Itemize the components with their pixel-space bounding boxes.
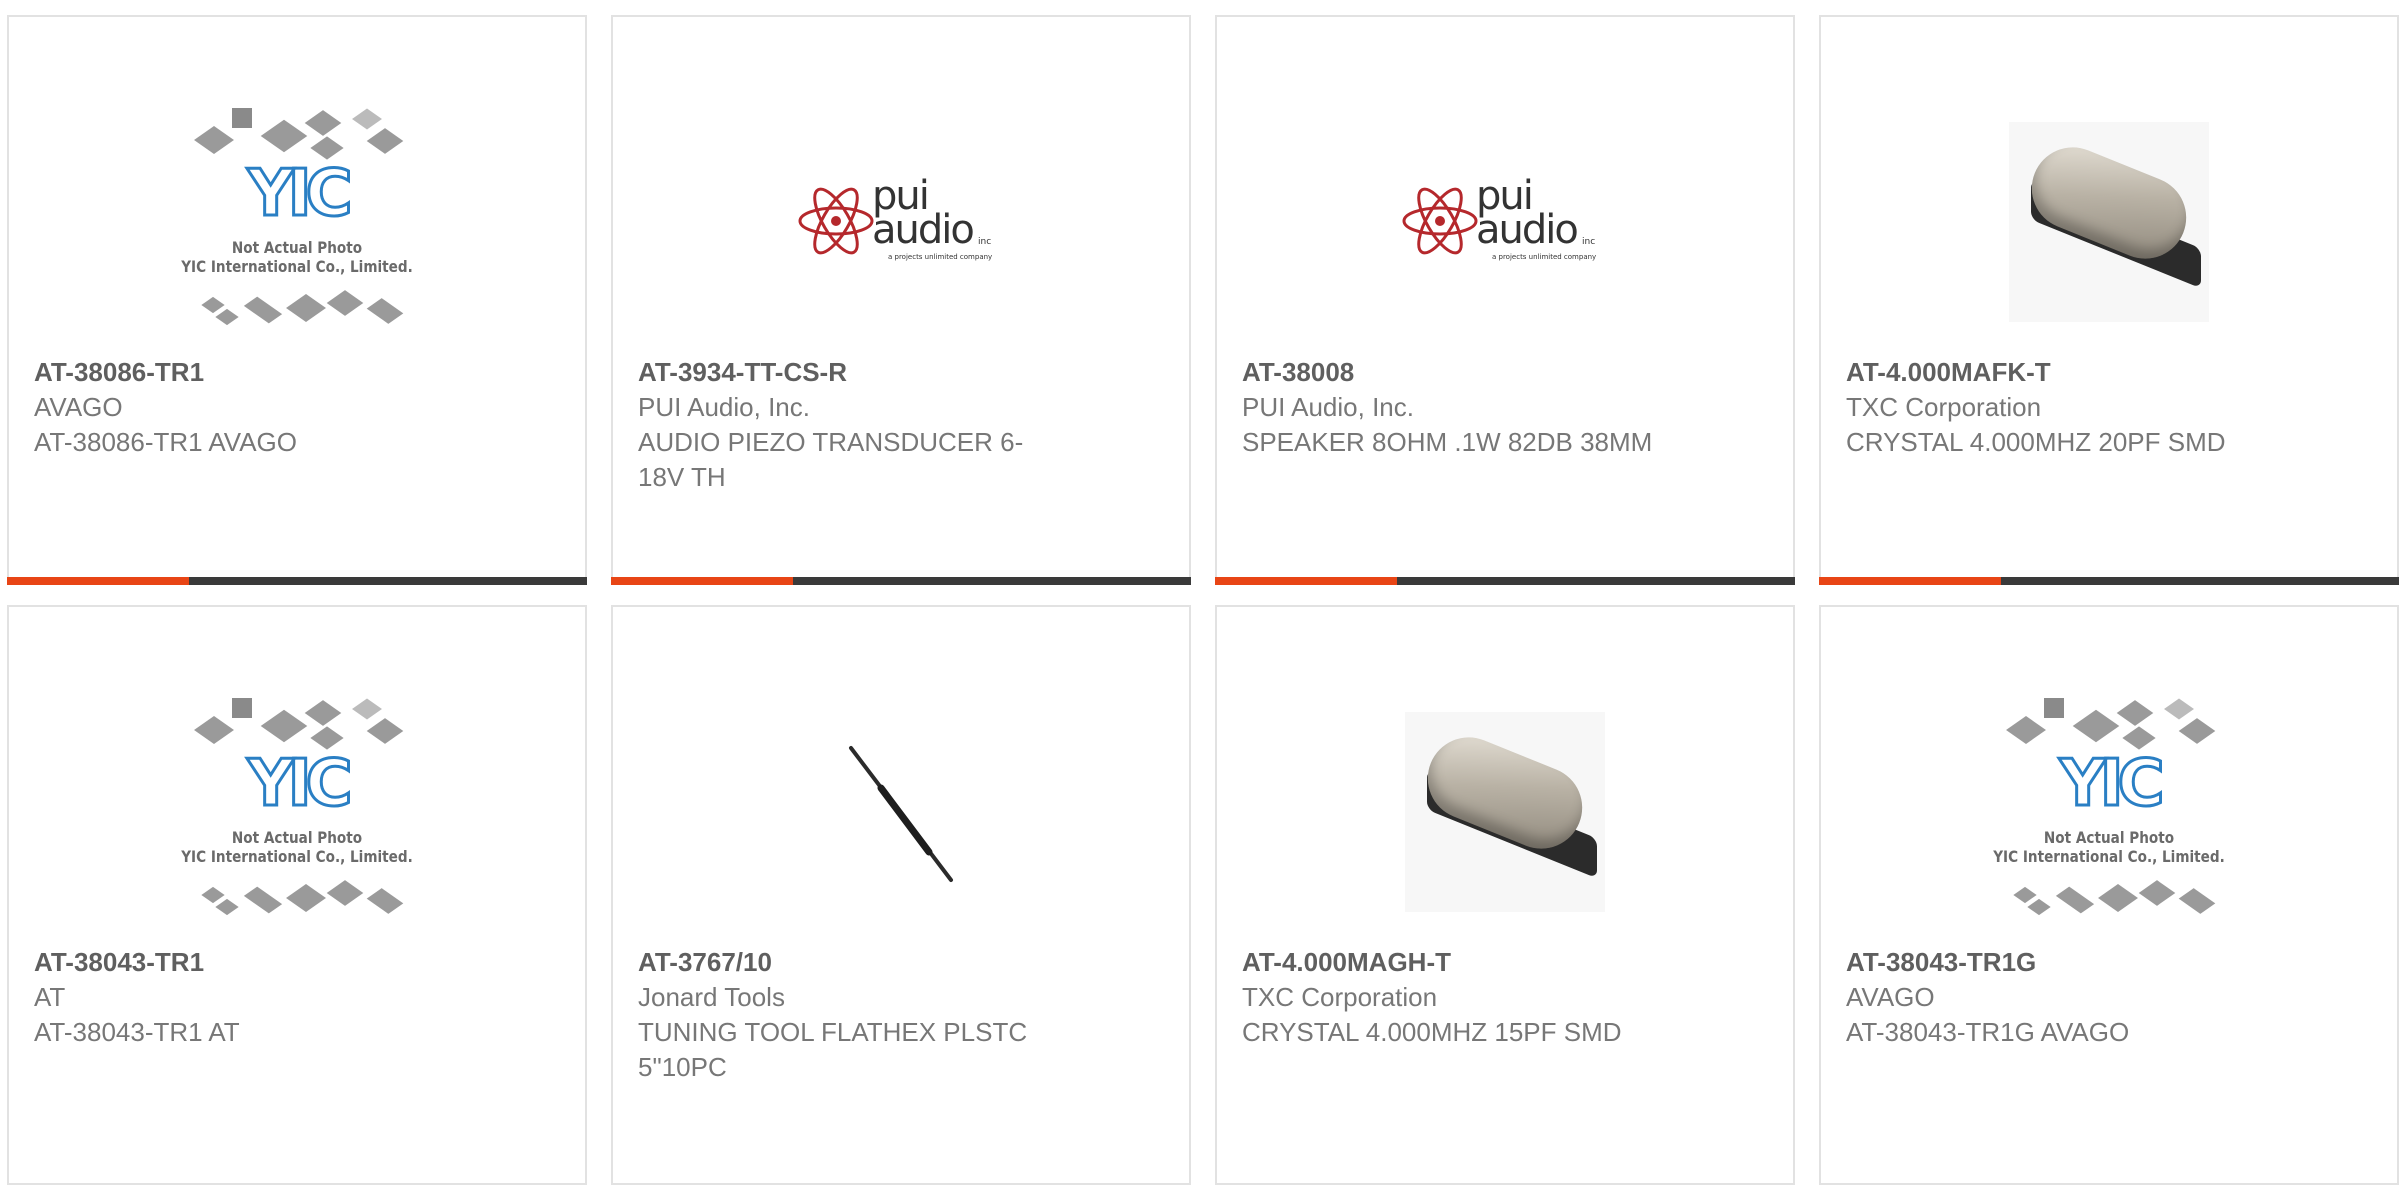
tuning-tool-photo [849,746,953,882]
product-card[interactable]: YIC Not Actual Photo YIC International C… [1819,605,2399,1185]
placeholder-company: YIC International Co., Limited. [181,847,413,866]
manufacturer: AVAGO [1846,982,1935,1012]
yic-placeholder-image: YIC Not Actual Photo YIC International C… [162,102,432,342]
description: AT-38043-TR1 AT [34,1017,240,1047]
manufacturer: AT [34,982,66,1012]
logo-tagline: a projects unlimited company [1492,253,1597,261]
yic-logo: YIC [246,157,354,232]
description: CRYSTAL 4.000MHZ 20PF SMD [1846,427,2226,457]
card-accent-bar [1819,577,2399,585]
yic-placeholder-image: YIC Not Actual Photo YIC International C… [1974,692,2244,932]
manufacturer: AVAGO [34,392,123,422]
part-number[interactable]: AT-38043-TR1G [1846,944,2276,980]
manufacturer: Jonard Tools [638,982,785,1012]
card-accent-bar [7,577,587,585]
placeholder-company: YIC International Co., Limited. [181,257,413,276]
part-number[interactable]: AT-3767/10 [638,944,1068,980]
logo-inc: inc [978,237,992,247]
placeholder-company: YIC International Co., Limited. [1993,847,2225,866]
placeholder-note: Not Actual Photo [231,238,363,257]
description: TUNING TOOL FLATHEX PLSTC 5"10PC [638,1017,1028,1082]
product-image[interactable]: pui audio inc a projects unlimited compan… [613,87,1189,357]
description: AT-38043-TR1G AVAGO [1846,1017,2130,1047]
manufacturer: PUI Audio, Inc. [638,392,810,422]
yic-logo: YIC [246,747,354,822]
logo-inc: inc [1582,237,1596,247]
part-number[interactable]: AT-38043-TR1 [34,944,464,980]
logo-line-audio: audio [1476,207,1579,253]
product-image[interactable] [1217,677,1793,947]
yic-placeholder-image: YIC Not Actual Photo YIC International C… [162,692,432,932]
manufacturer: TXC Corporation [1242,982,1438,1012]
product-image[interactable] [1821,87,2397,357]
part-number[interactable]: AT-38008 [1242,354,1672,390]
part-number[interactable]: AT-3934-TT-CS-R [638,354,1068,390]
product-card[interactable]: pui audio inc a projects unlimited compan… [611,15,1191,585]
description: CRYSTAL 4.000MHZ 15PF SMD [1242,1017,1622,1047]
product-image[interactable]: YIC Not Actual Photo YIC International C… [1821,677,2397,947]
logo-tagline: a projects unlimited company [888,253,993,261]
manufacturer: PUI Audio, Inc. [1242,392,1414,422]
part-number[interactable]: AT-4.000MAGH-T [1242,944,1672,980]
description: SPEAKER 8OHM .1W 82DB 38MM [1242,427,1653,457]
pui-audio-logo: pui audio inc a projects unlimited compan… [1400,176,1610,267]
product-image[interactable]: YIC Not Actual Photo YIC International C… [9,677,585,947]
description: AUDIO PIEZO TRANSDUCER 6-18V TH [638,427,1024,492]
product-card[interactable]: YIC Not Actual Photo YIC International C… [7,15,587,585]
product-card[interactable]: pui audio inc a projects unlimited compan… [1215,15,1795,585]
crystal-photo [1405,712,1605,912]
logo-line-audio: audio [872,207,975,253]
part-number[interactable]: AT-38086-TR1 [34,354,464,390]
product-image[interactable]: pui audio inc a projects unlimited compan… [1217,87,1793,357]
yic-logo: YIC [2058,747,2166,822]
product-image[interactable]: YIC Not Actual Photo YIC International C… [9,87,585,357]
product-card[interactable]: AT-3767/10 Jonard Tools TUNING TOOL FLAT… [611,605,1191,1185]
placeholder-note: Not Actual Photo [2043,828,2175,847]
card-accent-bar [611,577,1191,585]
part-number[interactable]: AT-4.000MAFK-T [1846,354,2276,390]
product-image[interactable] [613,677,1189,947]
product-card[interactable]: AT-4.000MAGH-T TXC Corporation CRYSTAL 4… [1215,605,1795,1185]
card-accent-bar [1215,577,1795,585]
pui-audio-logo: pui audio inc a projects unlimited compan… [796,176,1006,267]
manufacturer: TXC Corporation [1846,392,2042,422]
crystal-photo [2009,122,2209,322]
product-card[interactable]: YIC Not Actual Photo YIC International C… [7,605,587,1185]
placeholder-note: Not Actual Photo [231,828,363,847]
description: AT-38086-TR1 AVAGO [34,427,297,457]
product-card[interactable]: AT-4.000MAFK-T TXC Corporation CRYSTAL 4… [1819,15,2399,585]
